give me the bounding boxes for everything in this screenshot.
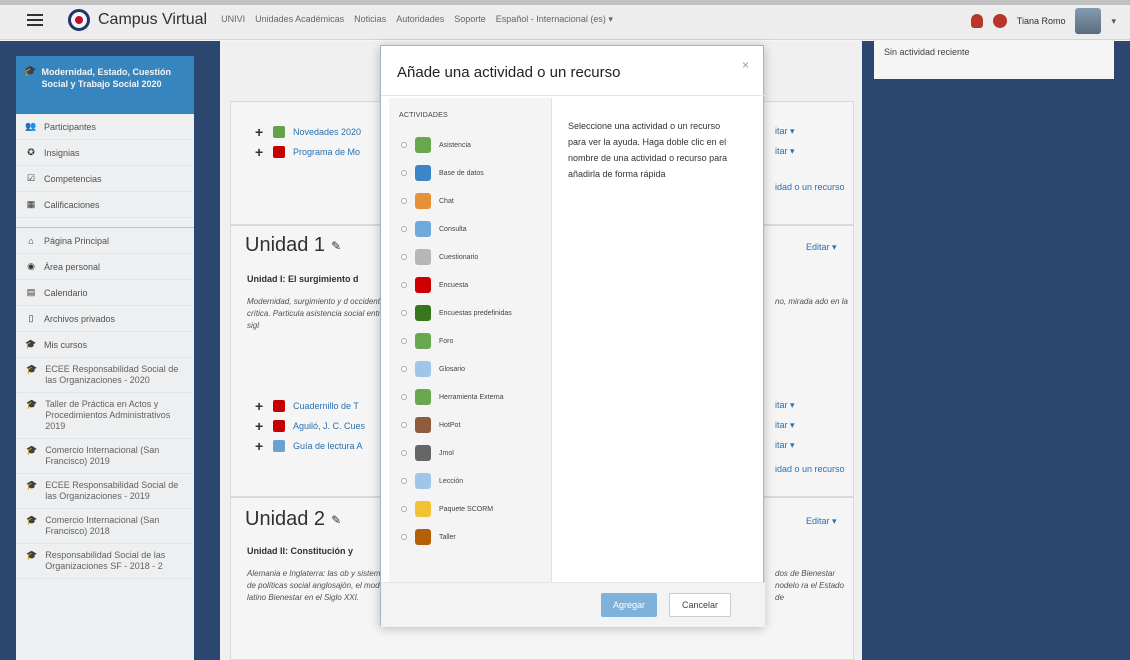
dialog-header: Añade una actividad o un recurso × — [381, 46, 765, 96]
activity-option-label: Encuestas predefinidas — [439, 309, 512, 317]
activity-option-label: Encuesta — [439, 281, 469, 289]
activity-option[interactable]: Asistencia — [389, 132, 551, 158]
activity-option-label: Consulta — [439, 225, 467, 233]
radio-button[interactable] — [401, 506, 407, 512]
radio-button[interactable] — [401, 338, 407, 344]
activity-option[interactable]: Encuestas predefinidas — [389, 300, 551, 326]
activity-option-label: Jmol — [439, 449, 454, 457]
quiz-icon — [415, 249, 431, 265]
package-icon — [415, 501, 431, 517]
radio-button[interactable] — [401, 394, 407, 400]
activity-option[interactable]: Base de datos — [389, 160, 551, 186]
activity-option[interactable]: Consulta — [389, 216, 551, 242]
activity-option-label: Paquete SCORM — [439, 505, 494, 513]
activity-option[interactable]: Chat — [389, 188, 551, 214]
activity-option[interactable]: HotPot — [389, 412, 551, 438]
activity-option-label: Asistencia — [439, 141, 471, 149]
puzzle-icon — [415, 389, 431, 405]
add-button[interactable]: Agregar — [601, 593, 657, 617]
help-text: Seleccione una actividad o un recurso pa… — [568, 121, 728, 179]
activity-option[interactable]: Herramienta Externa — [389, 384, 551, 410]
activity-option[interactable]: Foro — [389, 328, 551, 354]
activity-option[interactable]: Paquete SCORM — [389, 496, 551, 522]
workshop-icon — [415, 529, 431, 545]
forum-icon — [415, 333, 431, 349]
question-icon — [415, 221, 431, 237]
activity-option[interactable]: Glosario — [389, 356, 551, 382]
close-icon[interactable]: × — [742, 58, 749, 72]
database-icon — [415, 165, 431, 181]
activity-option[interactable]: Cuestionario — [389, 244, 551, 270]
activity-option-label: Chat — [439, 197, 454, 205]
radio-button[interactable] — [401, 478, 407, 484]
activity-list[interactable]: ACTIVIDADES Asistencia Base de datos Chat C… — [389, 98, 551, 582]
chart-icon — [415, 305, 431, 321]
radio-button[interactable] — [401, 366, 407, 372]
activity-option-label: Foro — [439, 337, 454, 345]
cancel-button[interactable]: Cancelar — [669, 593, 731, 617]
radio-button[interactable] — [401, 310, 407, 316]
activity-option-label: HotPot — [439, 421, 461, 429]
glossary-icon — [415, 361, 431, 377]
lesson-icon — [415, 473, 431, 489]
activity-option[interactable]: Lección — [389, 468, 551, 494]
activity-option-label: Cuestionario — [439, 253, 479, 261]
activity-option-label: Glosario — [439, 365, 466, 373]
activity-chooser-dialog: Añade una actividad o un recurso × ACTIV… — [380, 45, 765, 627]
activity-option-label: Lección — [439, 477, 464, 485]
divider — [551, 98, 552, 582]
radio-button[interactable] — [401, 450, 407, 456]
molecule-icon — [415, 445, 431, 461]
dialog-footer: Agregar Cancelar — [381, 582, 765, 627]
radio-button[interactable] — [401, 226, 407, 232]
activity-option-label: Base de datos — [439, 169, 484, 177]
activity-list-heading: ACTIVIDADES — [399, 112, 448, 119]
activity-option-label: Herramienta Externa — [439, 393, 504, 401]
radio-button[interactable] — [401, 198, 407, 204]
radio-button[interactable] — [401, 422, 407, 428]
radio-button[interactable] — [401, 170, 407, 176]
activity-option[interactable]: Jmol — [389, 440, 551, 466]
radio-button[interactable] — [401, 534, 407, 540]
survey-icon — [415, 277, 431, 293]
hotpot-icon — [415, 417, 431, 433]
activity-option-label: Taller — [439, 533, 456, 541]
dialog-title: Añade una actividad o un recurso — [397, 64, 621, 81]
chat-icon — [415, 193, 431, 209]
radio-button[interactable] — [401, 254, 407, 260]
radio-button[interactable] — [401, 282, 407, 288]
radio-button[interactable] — [401, 142, 407, 148]
activity-option[interactable]: Taller — [389, 524, 551, 550]
attendance-icon — [415, 137, 431, 153]
activity-option[interactable]: Encuesta — [389, 272, 551, 298]
